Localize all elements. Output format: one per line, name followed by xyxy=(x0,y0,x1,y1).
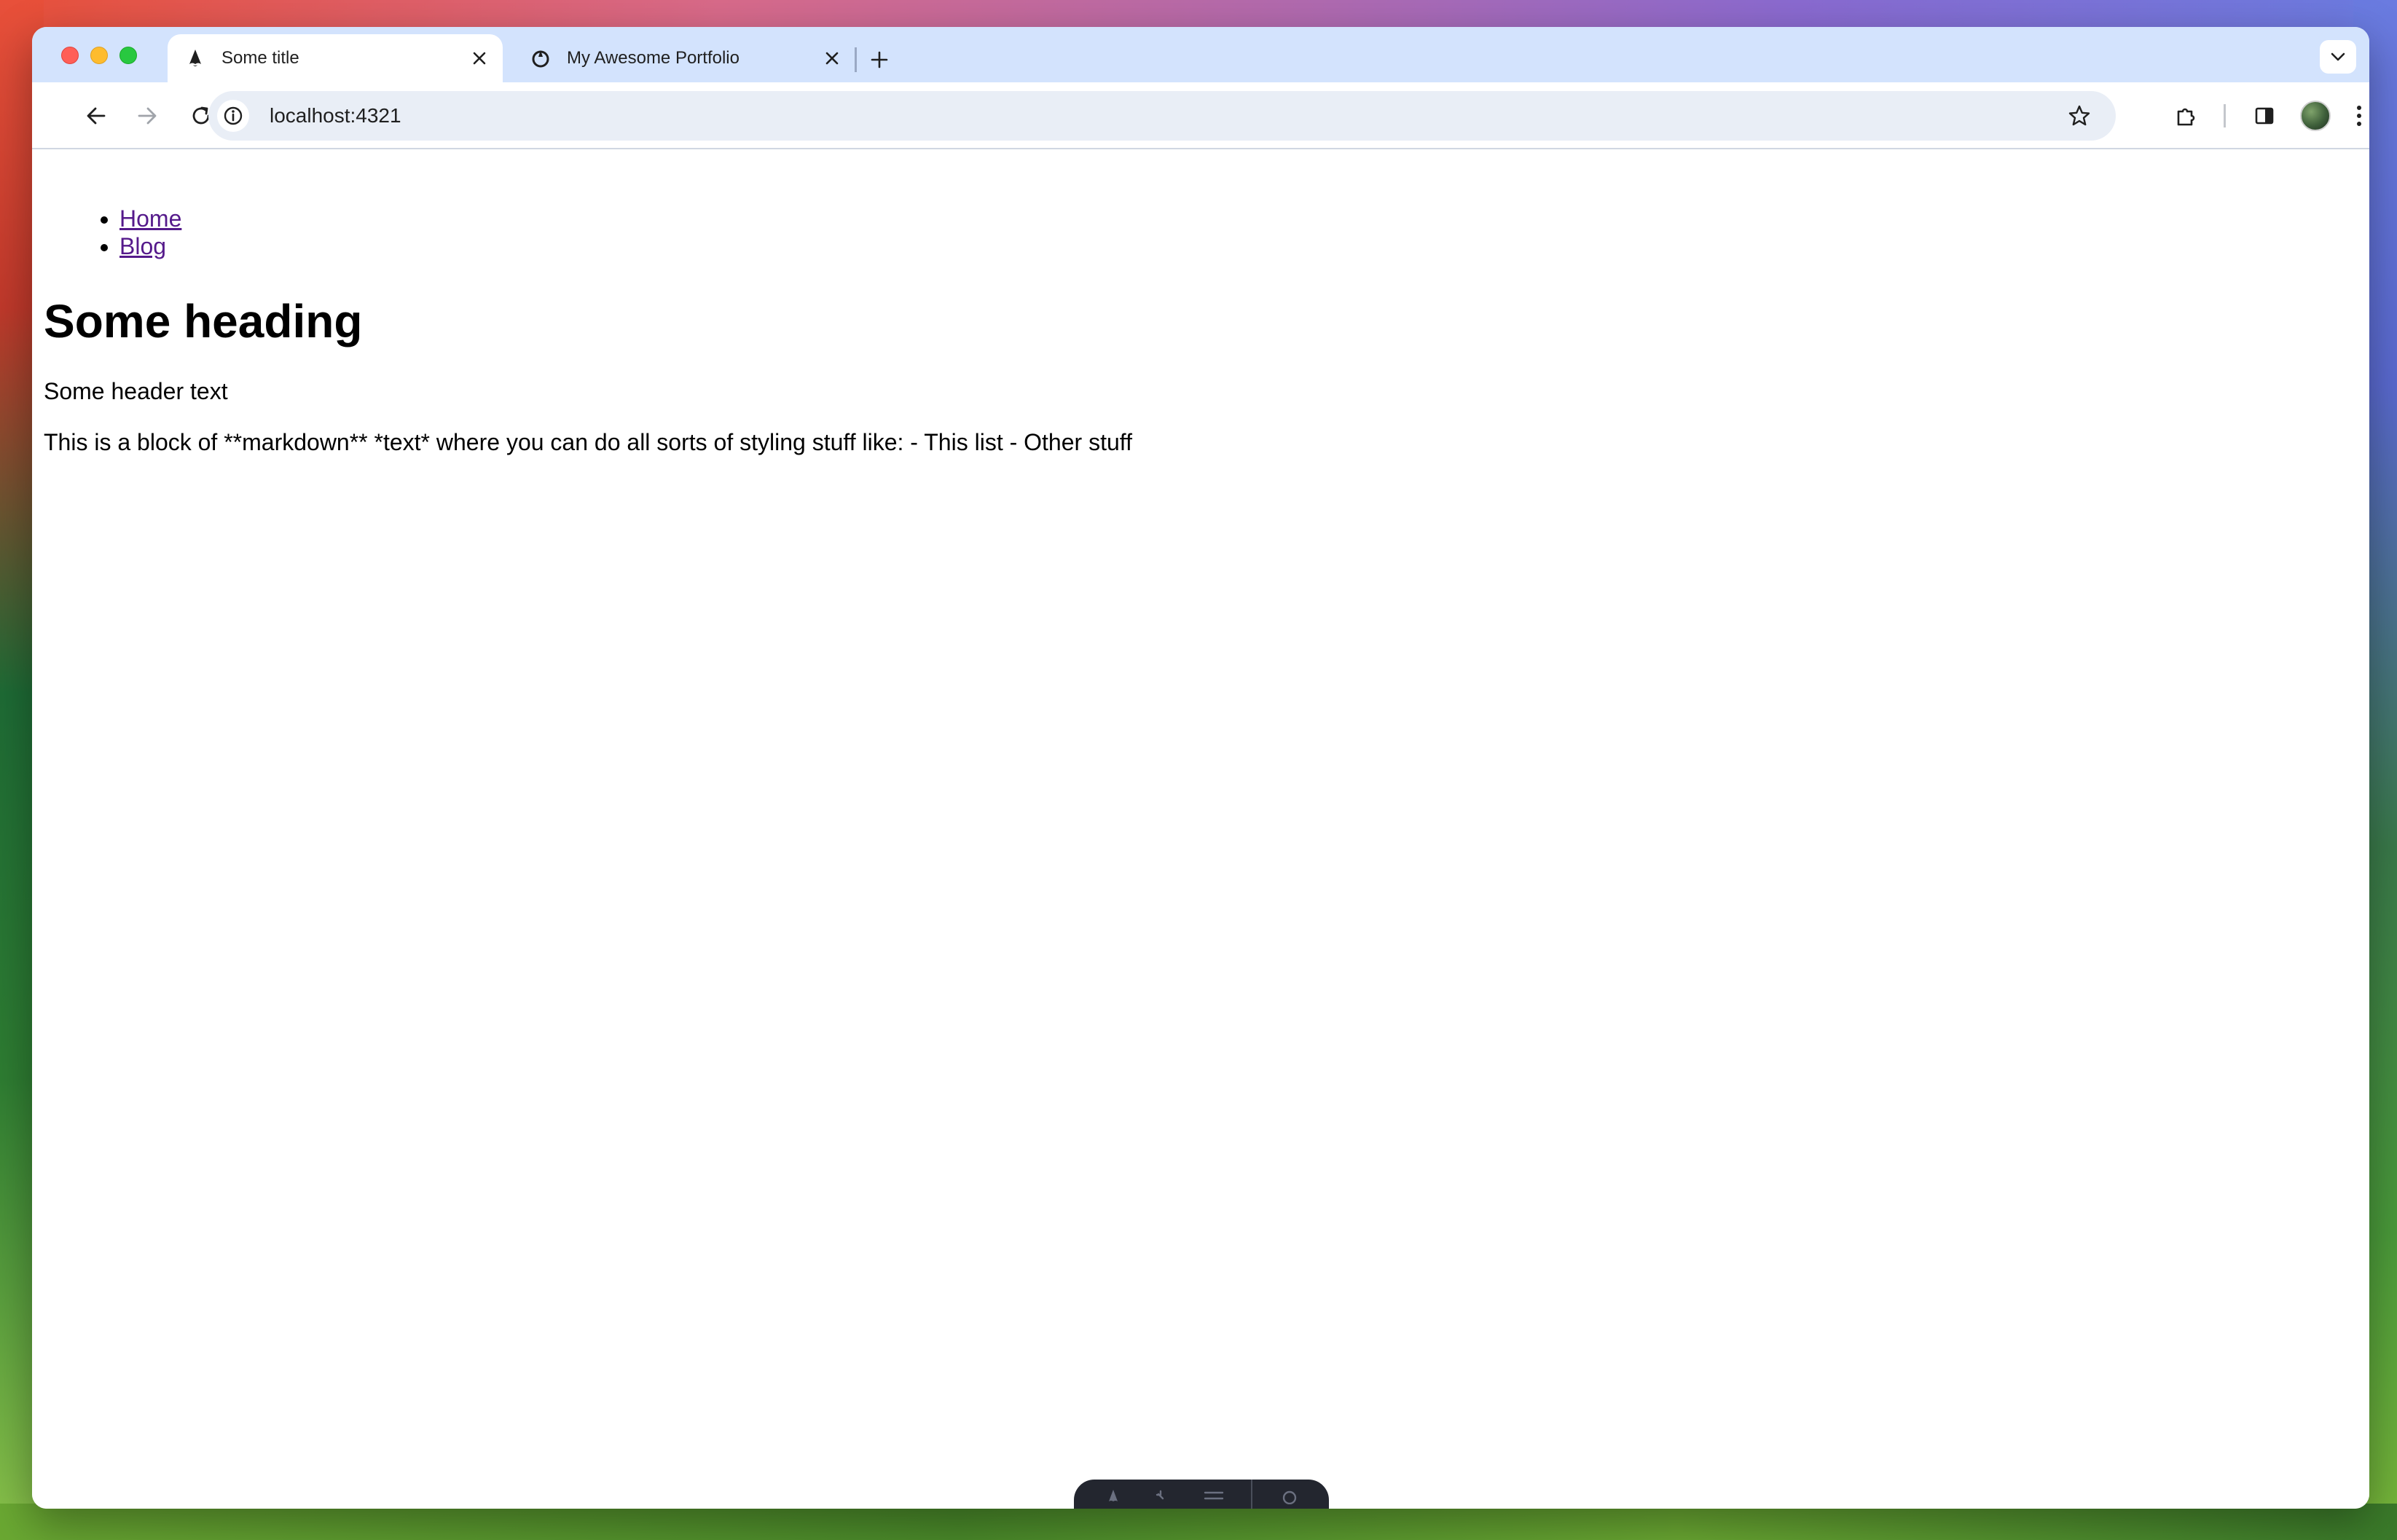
address-bar[interactable]: localhost:4321 xyxy=(208,91,2116,141)
desktop-wallpaper-bottom xyxy=(0,1504,2397,1540)
nav-item-blog: Blog xyxy=(119,232,181,260)
arrow-left-icon xyxy=(87,107,106,125)
tab-close-icon[interactable] xyxy=(819,45,845,71)
astro-icon xyxy=(184,47,207,70)
bookmark-star-icon[interactable] xyxy=(2062,98,2097,133)
nav-link-home[interactable]: Home xyxy=(119,205,181,232)
gear-icon[interactable] xyxy=(1276,1486,1303,1506)
forward-button[interactable] xyxy=(130,98,165,133)
nav-item-home: Home xyxy=(119,205,181,232)
tab-search-button[interactable] xyxy=(2320,40,2356,74)
arrow-right-icon xyxy=(138,107,157,125)
nav-link-blog[interactable]: Blog xyxy=(119,233,166,259)
menu-button[interactable] xyxy=(2350,98,2368,133)
tab-title: Some title xyxy=(221,48,299,68)
more-vertical-icon xyxy=(2357,106,2361,126)
tab-title: My Awesome Portfolio xyxy=(567,48,740,68)
puzzle-icon xyxy=(2177,108,2195,126)
header-text: Some header text xyxy=(44,378,228,404)
address-url[interactable]: localhost:4321 xyxy=(270,104,2062,127)
window-minimize-button[interactable] xyxy=(90,47,108,64)
browser-toolbar: localhost:4321 xyxy=(32,82,2369,149)
side-panel-button[interactable] xyxy=(2247,98,2282,133)
tab-close-icon[interactable] xyxy=(466,45,493,71)
astro-icon xyxy=(529,47,552,70)
astro-dev-toolbar[interactable] xyxy=(1074,1480,1329,1509)
dev-toolbar-divider xyxy=(1250,1480,1252,1509)
tab-some-title[interactable]: Some title xyxy=(168,34,503,82)
inspect-icon[interactable] xyxy=(1150,1486,1177,1506)
browser-window: Some title My Awesome Portfolio localhos… xyxy=(32,27,2369,1509)
window-close-button[interactable] xyxy=(61,47,79,64)
avatar xyxy=(2300,101,2331,131)
menu-lines-icon[interactable] xyxy=(1201,1486,1227,1506)
toolbar-divider xyxy=(2224,104,2226,127)
site-nav: Home Blog xyxy=(90,205,181,260)
page-content: Home Blog Some heading Some header text … xyxy=(32,149,2369,1509)
new-tab-button[interactable] xyxy=(863,43,896,76)
tab-strip: Some title My Awesome Portfolio xyxy=(32,27,2369,82)
chevron-down-icon xyxy=(2331,52,2345,61)
side-panel-icon xyxy=(2255,107,2274,125)
site-info-icon[interactable] xyxy=(217,100,249,132)
extensions-button[interactable] xyxy=(2168,98,2203,133)
tab-my-awesome-portfolio[interactable]: My Awesome Portfolio xyxy=(513,34,855,82)
astro-icon[interactable] xyxy=(1100,1486,1126,1506)
window-zoom-button[interactable] xyxy=(119,47,137,64)
profile-button[interactable] xyxy=(2298,98,2333,133)
back-button[interactable] xyxy=(79,98,114,133)
plus-icon xyxy=(871,51,888,68)
body-text: This is a block of **markdown** *text* w… xyxy=(44,429,1132,455)
tab-separator xyxy=(855,47,857,72)
page-title: Some heading xyxy=(44,295,363,347)
